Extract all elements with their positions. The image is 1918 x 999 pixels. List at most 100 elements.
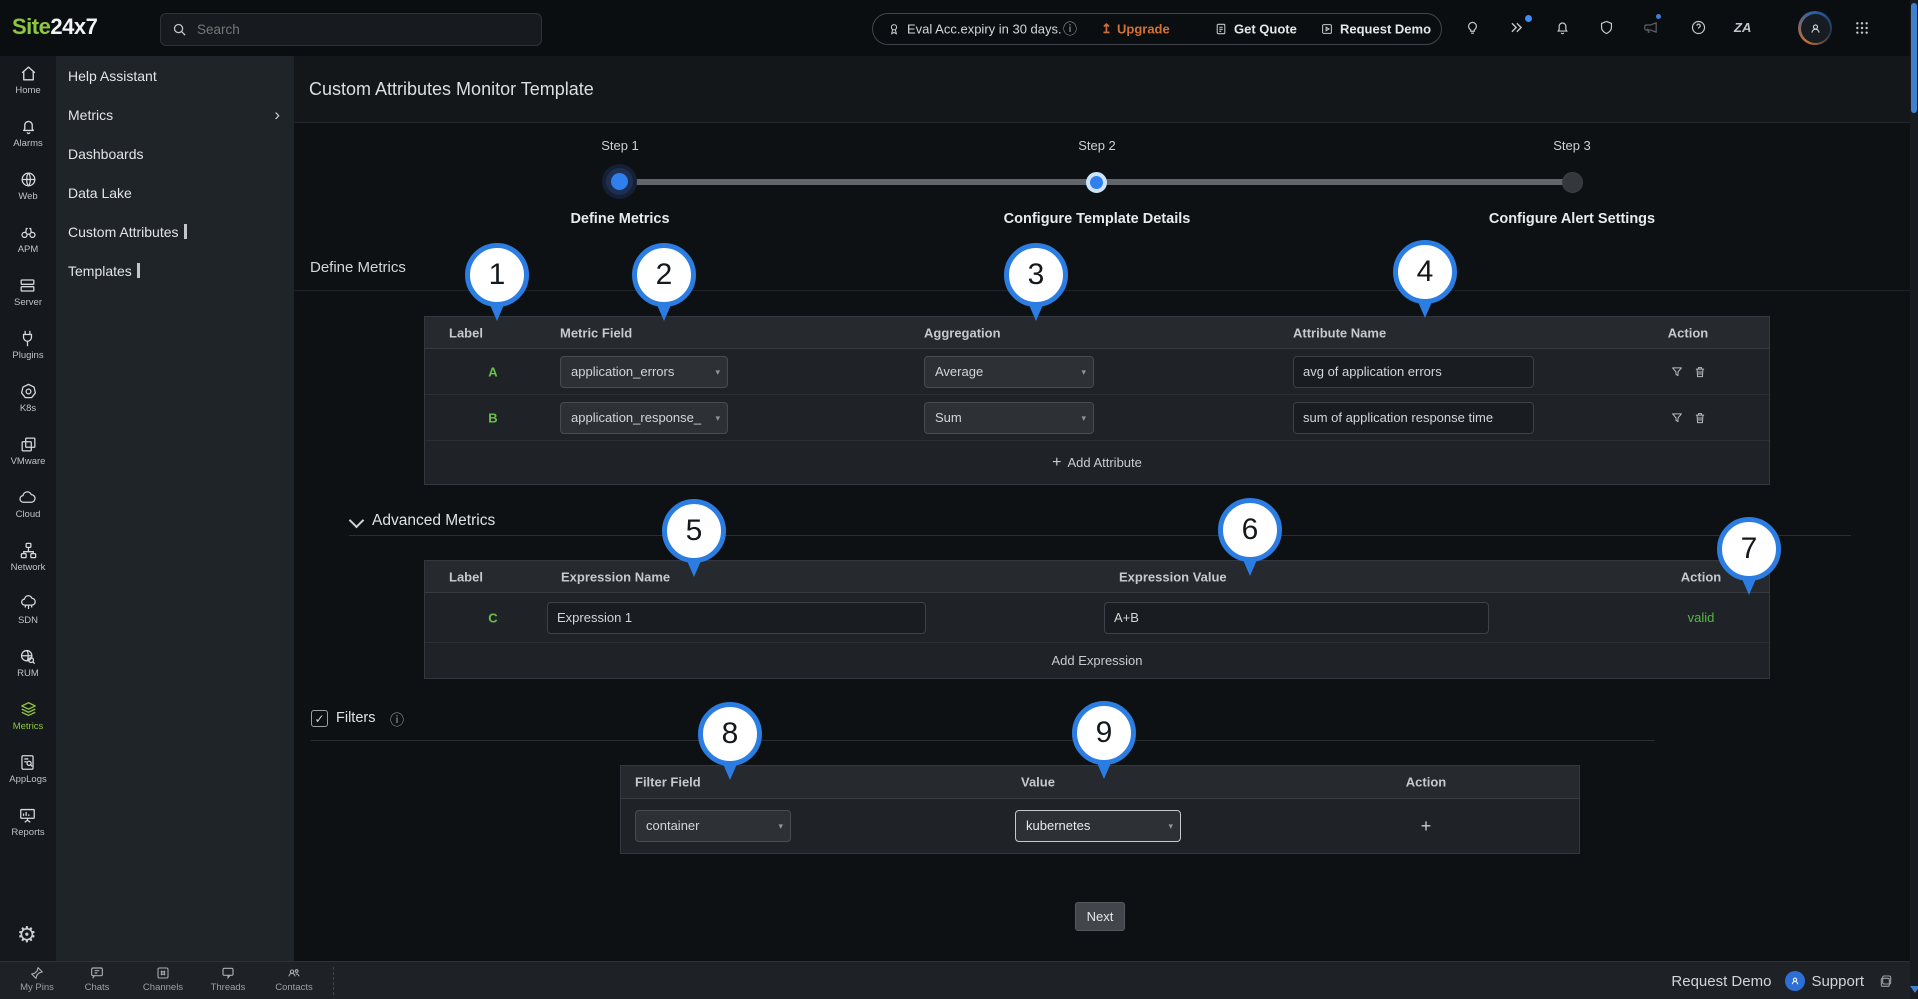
sidebar-item-dashboards[interactable]: Dashboards [56, 134, 294, 173]
filters-checkbox[interactable]: ✓ [311, 710, 328, 727]
metrics-row-b: B application_response_▾ Sum▾ [425, 395, 1769, 441]
info-icon[interactable]: ⓘ [390, 710, 404, 730]
double-chevron-icon[interactable] [1508, 19, 1525, 36]
upgrade-button[interactable]: Upgrade [1117, 22, 1170, 37]
section-divider [294, 290, 1918, 291]
sidebar-item-metrics[interactable]: Metrics › [56, 95, 294, 134]
wizard-step-3-dot[interactable] [1562, 172, 1583, 193]
scrollbar-down-arrow[interactable] [1910, 986, 1918, 993]
rail-item-home[interactable]: Home [15, 64, 40, 96]
expression-name-input[interactable] [547, 602, 926, 634]
filter-field-dropdown[interactable]: container▾ [635, 810, 791, 842]
filter-icon[interactable] [1670, 365, 1684, 379]
footer-item-channels[interactable]: Channels [131, 965, 195, 993]
cursor-mark [184, 224, 187, 239]
callout-8: 8 [698, 702, 762, 796]
section-divider [349, 535, 1851, 536]
footer-item-chats[interactable]: Chats [65, 965, 129, 993]
settings-gear-icon[interactable]: ⚙ [17, 922, 37, 948]
lightbulb-icon[interactable] [1464, 19, 1481, 36]
rail-item-reports[interactable]: Reports [11, 806, 44, 838]
metric-field-dropdown[interactable]: application_errors▾ [560, 356, 728, 388]
wizard-step-2-label: Step 2 [947, 137, 1247, 155]
rail-item-cloud[interactable]: Cloud [16, 488, 41, 520]
footer-support[interactable]: Support [1785, 971, 1864, 991]
za-icon[interactable]: ZA [1734, 20, 1751, 35]
wizard-step-1-title: Define Metrics [470, 211, 770, 227]
footer-item-contacts[interactable]: Contacts [262, 965, 326, 993]
rail-item-rum[interactable]: RUM [17, 647, 39, 679]
medal-icon [887, 22, 901, 36]
row-label: B [481, 410, 505, 425]
info-icon[interactable]: ⓘ [1063, 19, 1077, 39]
add-attribute-button[interactable]: + Add Attribute [425, 441, 1769, 484]
footer-item-threads[interactable]: Threads [196, 965, 260, 993]
expression-value-input[interactable] [1104, 602, 1489, 634]
rail-item-vmware[interactable]: VMware [11, 435, 46, 467]
attribute-name-input[interactable] [1293, 356, 1534, 388]
rail-item-k8s[interactable]: K8s [19, 382, 38, 414]
sidebar-item-data-lake[interactable]: Data Lake [56, 173, 294, 212]
scrollbar-track[interactable] [1910, 0, 1918, 999]
global-search[interactable] [160, 13, 542, 46]
bell-icon[interactable] [1554, 19, 1571, 36]
eval-expiry-text: Eval Acc.expiry in 30 days. [907, 22, 1062, 37]
wizard-step-1-label: Step 1 [470, 137, 770, 155]
site24x7-logo[interactable]: Site24x7 [12, 14, 97, 40]
advanced-metrics-title[interactable]: Advanced Metrics [372, 512, 495, 530]
rail-item-web[interactable]: Web [18, 170, 37, 202]
sidebar-item-help-assistant[interactable]: Help Assistant [56, 56, 294, 95]
kubernetes-icon [19, 382, 38, 401]
help-icon[interactable] [1690, 19, 1707, 36]
add-filter-plus-icon[interactable]: + [1421, 816, 1432, 837]
rail-item-apm[interactable]: APM [18, 223, 39, 255]
footer-divider [333, 967, 334, 995]
request-demo-button[interactable]: Request Demo [1340, 22, 1431, 37]
trash-icon[interactable] [1693, 411, 1707, 425]
add-expression-button[interactable]: Add Expression [425, 643, 1769, 678]
page-header: Custom Attributes Monitor Template [294, 56, 1918, 123]
advanced-table-header: Label Expression Name Expression Value A… [425, 561, 1769, 593]
get-quote-button[interactable]: Get Quote [1234, 22, 1297, 37]
next-button[interactable]: Next [1075, 902, 1125, 931]
rail-item-network[interactable]: Network [11, 541, 46, 573]
chevron-down-icon: ▾ [778, 811, 783, 841]
metric-field-dropdown[interactable]: application_response_▾ [560, 402, 728, 434]
filter-icon[interactable] [1670, 411, 1684, 425]
footer-request-demo[interactable]: Request Demo [1671, 973, 1771, 990]
row-label: A [481, 364, 505, 379]
stack-icon[interactable] [1878, 973, 1894, 989]
rail-item-server[interactable]: Server [14, 276, 42, 308]
sidebar-item-custom-attributes[interactable]: Custom Attributes [56, 212, 294, 251]
upload-icon: ↥ [1101, 21, 1112, 37]
rail-item-metrics[interactable]: Metrics [13, 700, 44, 732]
filters-title: Filters [336, 710, 375, 726]
support-icon [1785, 971, 1805, 991]
rail-item-sdn[interactable]: SDN [18, 594, 38, 626]
chevron-down-icon: ▾ [715, 403, 720, 433]
cloud-icon [18, 488, 37, 507]
wizard-step-1-dot[interactable] [611, 173, 628, 190]
aggregation-dropdown[interactable]: Sum▾ [924, 402, 1094, 434]
server-icon [18, 276, 37, 295]
sidebar-item-templates[interactable]: Templates [56, 251, 294, 290]
footer-item-my-pins[interactable]: My Pins [5, 965, 69, 993]
callout-7: 7 [1717, 517, 1781, 611]
scrollbar-thumb[interactable] [1911, 3, 1917, 113]
callout-6: 6 [1218, 498, 1282, 592]
aggregation-dropdown[interactable]: Average▾ [924, 356, 1094, 388]
wizard-step-2-dot[interactable] [1086, 172, 1107, 193]
search-input[interactable] [195, 21, 519, 38]
filter-value-dropdown[interactable]: kubernetes▾ [1015, 810, 1181, 842]
megaphone-icon[interactable] [1642, 19, 1659, 36]
apps-grid-icon[interactable] [1854, 20, 1870, 36]
shield-icon[interactable] [1598, 19, 1615, 36]
eval-account-pill: Eval Acc.expiry in 30 days. ⓘ ↥ Upgrade … [872, 13, 1442, 45]
trash-icon[interactable] [1693, 365, 1707, 379]
rail-item-applogs[interactable]: AppLogs [9, 753, 47, 785]
attribute-name-input[interactable] [1293, 402, 1534, 434]
rail-item-plugins[interactable]: Plugins [12, 329, 43, 361]
avatar[interactable] [1798, 11, 1832, 45]
chevron-down-icon[interactable] [349, 513, 365, 529]
rail-item-alarms[interactable]: Alarms [13, 117, 43, 149]
